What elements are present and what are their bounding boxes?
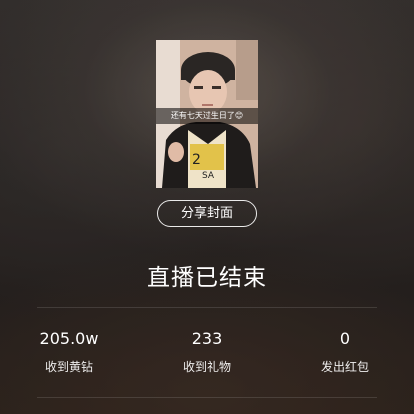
stat-value: 0 [339,329,351,348]
live-ended-title: 直播已结束 [147,265,267,291]
stat-yellow-diamonds-received: 205.0w 收到黄钻 [0,328,138,375]
stat-label: 收到礼物 [182,360,231,374]
live-stats: 205.0w 收到黄钻 233 收到礼物 0 发出红包 [0,328,414,375]
svg-text:SA: SA [202,171,215,181]
stat-value: 233 [191,329,223,348]
divider-top [37,307,377,308]
share-cover-button[interactable]: 分享封面 [157,200,257,227]
stat-value: 205.0w [39,329,99,348]
live-cover-image: 2 SA 还有七天过生日了😊 [156,40,258,188]
stat-red-packets-sent: 0 发出红包 [276,328,414,375]
cover-caption: 还有七天过生日了😊 [156,108,258,124]
divider-bottom [37,397,377,398]
stat-label: 收到黄钻 [44,360,93,374]
stat-gifts-received: 233 收到礼物 [138,328,276,375]
svg-text:2: 2 [192,152,201,168]
stat-label: 发出红包 [320,360,369,374]
